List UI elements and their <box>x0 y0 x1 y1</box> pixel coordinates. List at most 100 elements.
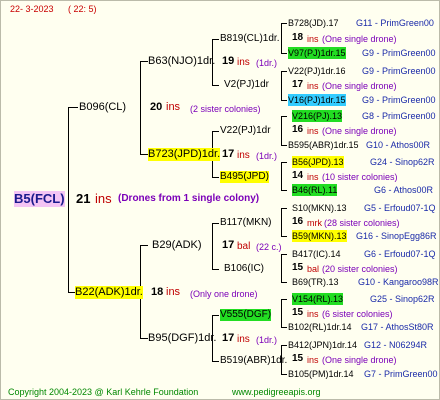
gen4-number: 16 <box>292 216 304 227</box>
connector <box>68 107 69 292</box>
gen2-note: (22 c.) <box>256 242 282 252</box>
gen4-code: G8 - PrimGreen00 <box>362 111 436 121</box>
gen4-queen[interactable]: B59(MKN).13 <box>292 230 347 242</box>
gen4-queen[interactable]: B102(RL)1dr.14 <box>288 321 352 333</box>
gen1-ins: ins <box>166 101 181 113</box>
gen4-queen[interactable]: B46(RL).11 <box>292 184 338 196</box>
gen4-note: (One single drone) <box>322 126 397 136</box>
connector <box>281 71 287 72</box>
connector <box>212 223 213 269</box>
gen3-queen[interactable]: B819(CL)1dr. <box>220 33 279 45</box>
gen2-ins: ins <box>237 57 250 68</box>
gen4-ins: ins <box>307 81 319 91</box>
gen4-queen[interactable]: V154(RL).13 <box>292 293 344 305</box>
gen3-queen[interactable]: B106(IC) <box>224 263 264 275</box>
gen4-queen[interactable]: V97(PJ)1dr.15 <box>288 47 346 59</box>
gen4-queen[interactable]: V16(PJ)1dr.15 <box>288 94 346 106</box>
gen4-number: 17 <box>292 79 304 90</box>
gen4-queen[interactable]: B595(ABR)1dr.15 <box>288 139 359 151</box>
gen2-queen[interactable]: B29(ADK) <box>152 239 202 252</box>
gen4-queen[interactable]: B417(IC).14 <box>292 248 341 260</box>
header-time: ( 22: 5) <box>68 4 97 14</box>
gen3-queen[interactable]: B495(JPD) <box>220 171 269 183</box>
connector <box>212 315 219 316</box>
connector <box>281 327 287 328</box>
gen4-queen[interactable]: B69(TR).13 <box>292 276 339 288</box>
gen4-number: 15 <box>292 262 304 273</box>
gen2-queen[interactable]: B723(JPD)1dr. <box>148 148 221 161</box>
connector <box>212 85 219 86</box>
gen4-queen[interactable]: B56(JPD).13 <box>292 156 344 168</box>
gen4-number: 15 <box>292 353 304 364</box>
connector <box>140 154 148 155</box>
gen3-queen[interactable]: B519(ABR)1dr. <box>220 355 287 367</box>
gen4-ins: ins <box>307 172 319 182</box>
gen3-queen[interactable]: V555(DGF) <box>220 309 272 321</box>
connector <box>281 299 287 300</box>
gen4-queen[interactable]: V216(PJ).13 <box>292 110 343 122</box>
gen4-ins: mrk <box>307 218 322 228</box>
gen4-code: G12 - N06294R <box>364 340 428 350</box>
connector <box>281 116 282 145</box>
connector <box>281 299 282 327</box>
gen4-queen[interactable]: B728(JD).17 <box>288 17 339 29</box>
connector <box>212 269 219 270</box>
gen4-ins: ins <box>307 126 319 136</box>
gen4-number: 16 <box>292 124 304 135</box>
gen1-queen[interactable]: B096(CL) <box>79 101 126 114</box>
gen1-number: 18 <box>151 286 164 298</box>
gen4-code: G5 - Erfoud07-1Q <box>364 203 436 213</box>
gen2-queen[interactable]: B63(NJO)1dr. <box>148 55 215 68</box>
gen4-note: (20 sister colonies) <box>322 264 398 274</box>
connector <box>281 162 287 163</box>
gen2-number: 17 <box>222 148 235 160</box>
connector <box>281 208 282 236</box>
gen4-note: (One single drone) <box>322 355 397 365</box>
gen1-queen[interactable]: B22(ADK)1dr. <box>75 286 143 299</box>
gen1-ins: ins <box>166 286 181 298</box>
gen4-code: G25 - Sinop62R <box>370 294 435 304</box>
connector <box>281 71 282 100</box>
gen2-number: 17 <box>222 239 235 251</box>
root-number: 21 <box>76 191 91 206</box>
gen4-number: 18 <box>292 32 304 43</box>
gen4-code: G9 - PrimGreen00 <box>362 95 436 105</box>
gen4-queen[interactable]: V22(PJ)1dr.16 <box>288 65 346 77</box>
connector <box>140 61 148 62</box>
gen1-number: 20 <box>150 101 163 113</box>
gen4-code: G17 - AthosSt80R <box>361 322 434 332</box>
gen4-ins: ins <box>307 355 319 365</box>
gen2-number: 17 <box>222 332 235 344</box>
gen4-code: G16 - SinopEgg86R <box>356 231 437 241</box>
connector <box>281 145 287 146</box>
gen4-note: (28 sister colonies) <box>324 218 400 228</box>
connector <box>140 245 148 246</box>
footer-url[interactable]: www.pedigreeapis.org <box>232 386 321 398</box>
gen1-note: (2 sister colonies) <box>190 104 261 114</box>
gen4-note: (One single drone) <box>322 34 397 44</box>
gen4-queen[interactable]: S10(MKN).13 <box>292 202 347 214</box>
gen4-queen[interactable]: B412(JPN)1dr.14 <box>288 339 357 351</box>
root-note: (Drones from 1 single colony) <box>118 193 260 204</box>
root-queen[interactable]: B5(FCL) <box>14 191 65 207</box>
gen4-code: G9 - PrimGreen00 <box>362 48 436 58</box>
connector <box>212 361 219 362</box>
gen2-queen[interactable]: B95(DGF)1dr. <box>148 332 216 345</box>
gen3-queen[interactable]: B117(MKN) <box>220 217 272 229</box>
gen4-code: G24 - Sinop62R <box>370 157 435 167</box>
connector <box>140 338 148 339</box>
gen3-queen[interactable]: V22(PJ)1dr <box>220 125 271 137</box>
gen4-ins: bal <box>307 264 320 274</box>
gen4-code: G9 - PrimGreen00 <box>362 66 436 76</box>
gen4-code: G11 - PrimGreen00 <box>356 18 434 28</box>
gen4-ins: ins <box>307 34 319 44</box>
connector <box>212 39 219 40</box>
connector <box>281 345 287 346</box>
connector <box>212 177 219 178</box>
gen2-ins: ins <box>237 334 250 345</box>
connector <box>281 208 287 209</box>
gen4-queen[interactable]: B105(PM)1dr.14 <box>288 368 354 380</box>
gen3-queen[interactable]: V2(PJ)1dr <box>224 79 269 91</box>
connector <box>281 162 282 190</box>
gen4-code: G6 - Athos00R <box>374 185 434 195</box>
